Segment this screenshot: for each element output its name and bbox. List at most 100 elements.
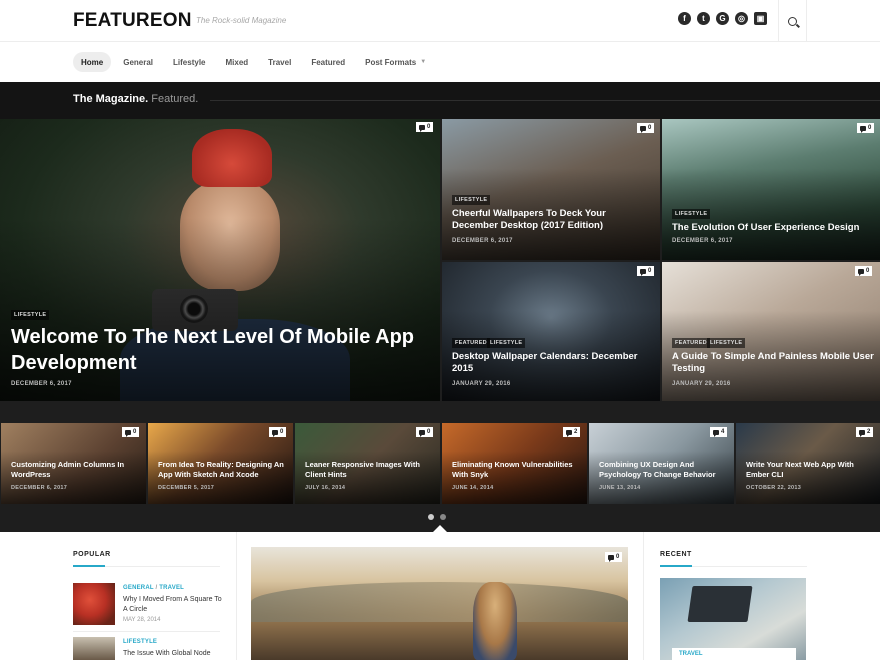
category-link[interactable]: TRAVEL bbox=[679, 651, 703, 657]
grid-post[interactable]: 0 LIFESTYLE The Evolution Of User Experi… bbox=[662, 119, 880, 260]
category-tag[interactable]: LIFESTYLE bbox=[452, 195, 491, 205]
comment-icon bbox=[858, 268, 864, 276]
magazine-title: The Magazine. Featured. bbox=[73, 93, 198, 105]
chevron-down-icon: ▼ bbox=[420, 59, 427, 65]
category-tag[interactable]: LIFESTYLE bbox=[672, 209, 711, 219]
slider-post[interactable]: 4 Combining UX Design And Psychology To … bbox=[589, 423, 734, 504]
comment-count[interactable]: 0 bbox=[855, 266, 873, 276]
comment-count[interactable]: 0 bbox=[857, 123, 875, 133]
post-date: JUNE 14, 2014 bbox=[452, 485, 494, 491]
main-nav: Home General Lifestyle Mixed Travel Feat… bbox=[0, 42, 880, 82]
comment-count[interactable]: 0 bbox=[637, 123, 655, 133]
slider-dot[interactable] bbox=[440, 514, 446, 520]
comment-count[interactable]: 0 bbox=[416, 427, 434, 437]
popular-post-title[interactable]: Why I Moved From A Square To A Circle bbox=[123, 595, 223, 615]
section-pointer bbox=[433, 525, 447, 532]
hero-title[interactable]: Welcome To The Next Level Of Mobile App … bbox=[11, 324, 431, 376]
slider-post[interactable]: 0 Leaner Responsive Images With Client H… bbox=[295, 423, 440, 504]
nav-travel[interactable]: Travel bbox=[260, 52, 299, 72]
comment-count[interactable]: 0 bbox=[269, 427, 287, 437]
popular-categories: GENERAL / TRAVEL bbox=[123, 585, 184, 591]
featured-post-image[interactable]: 0 bbox=[251, 547, 628, 660]
post-title[interactable]: Customizing Admin Columns In WordPress bbox=[11, 460, 139, 480]
comment-count[interactable]: 0 bbox=[637, 266, 655, 276]
nav-general[interactable]: General bbox=[115, 52, 161, 72]
post-title[interactable]: Eliminating Known Vulnerabilities With S… bbox=[452, 460, 580, 480]
comment-count-value: 0 bbox=[648, 268, 652, 274]
post-title[interactable]: Cheerful Wallpapers To Deck Your Decembe… bbox=[452, 208, 652, 233]
slider-post[interactable]: 2 Write Your Next Web App With Ember CLI… bbox=[736, 423, 880, 504]
post-date: JANUARY 29, 2016 bbox=[672, 381, 731, 387]
comment-count-value: 2 bbox=[867, 429, 871, 435]
nav-mixed[interactable]: Mixed bbox=[218, 52, 257, 72]
post-title[interactable]: Write Your Next Web App With Ember CLI bbox=[746, 460, 874, 480]
site-logo[interactable]: FEATUREON bbox=[73, 10, 192, 32]
nav-lifestyle[interactable]: Lifestyle bbox=[165, 52, 213, 72]
post-title[interactable]: From Idea To Reality: Designing An App W… bbox=[158, 460, 286, 480]
category-link[interactable]: LIFESTYLE bbox=[123, 639, 157, 645]
twitter-icon[interactable]: t bbox=[697, 12, 710, 25]
comment-count[interactable]: 0 bbox=[416, 122, 434, 132]
popular-thumbnail[interactable] bbox=[73, 583, 115, 625]
instagram-icon[interactable]: ▣ bbox=[754, 12, 767, 25]
comment-icon bbox=[713, 429, 719, 437]
magazine-title-main: The Magazine. bbox=[73, 93, 149, 105]
recent-widget-title: RECENT bbox=[660, 551, 692, 558]
popular-widget-title: POPULAR bbox=[73, 551, 111, 558]
grid-post[interactable]: 0 FEATURED LIFESTYLE Desktop Wallpaper C… bbox=[442, 262, 660, 401]
comment-count[interactable]: 0 bbox=[122, 427, 140, 437]
post-date: DECEMBER 6, 2017 bbox=[11, 485, 68, 491]
widget-accent-bar bbox=[660, 565, 692, 567]
comment-icon bbox=[859, 429, 865, 437]
category-link[interactable]: GENERAL bbox=[123, 585, 154, 591]
comment-icon bbox=[640, 125, 646, 133]
dribbble-icon[interactable]: ◎ bbox=[735, 12, 748, 25]
category-separator: / bbox=[155, 585, 158, 591]
post-title[interactable]: Leaner Responsive Images With Client Hin… bbox=[305, 460, 433, 480]
nav-post-formats[interactable]: Post Formats ▼ bbox=[357, 52, 434, 72]
google-icon[interactable]: G bbox=[716, 12, 729, 25]
category-tag[interactable]: LIFESTYLE bbox=[11, 310, 50, 320]
comment-count[interactable]: 2 bbox=[856, 427, 874, 437]
comment-icon bbox=[125, 429, 131, 437]
magazine-title-sub: Featured. bbox=[151, 93, 199, 105]
comment-icon bbox=[640, 268, 646, 276]
divider bbox=[210, 100, 880, 101]
comment-count-value: 0 bbox=[868, 125, 872, 131]
category-tag[interactable]: FEATURED bbox=[452, 338, 490, 348]
slider-dot[interactable] bbox=[428, 514, 434, 520]
grid-post[interactable]: 0 LIFESTYLE Cheerful Wallpapers To Deck … bbox=[442, 119, 660, 260]
category-tag[interactable]: LIFESTYLE bbox=[707, 338, 746, 348]
hero-post[interactable]: 0 LIFESTYLE Welcome To The Next Level Of… bbox=[0, 119, 440, 401]
slider-pagination bbox=[428, 514, 446, 520]
post-title[interactable]: The Evolution Of User Experience Design bbox=[672, 222, 876, 234]
image-person bbox=[473, 582, 517, 660]
search-button[interactable] bbox=[778, 0, 807, 42]
post-date: JANUARY 29, 2016 bbox=[452, 381, 511, 387]
divider bbox=[73, 631, 220, 632]
top-header: FEATUREON The Rock-solid Magazine f t G … bbox=[0, 0, 880, 42]
nav-home[interactable]: Home bbox=[73, 52, 112, 72]
category-link[interactable]: TRAVEL bbox=[159, 585, 184, 591]
comment-count[interactable]: 2 bbox=[563, 427, 581, 437]
comment-count-value: 0 bbox=[648, 125, 652, 131]
post-date: DECEMBER 6, 2017 bbox=[11, 381, 72, 387]
post-title[interactable]: Combining UX Design And Psychology To Ch… bbox=[599, 460, 727, 480]
nav-featured[interactable]: Featured bbox=[303, 52, 353, 72]
post-title[interactable]: A Guide To Simple And Painless Mobile Us… bbox=[672, 351, 876, 376]
comment-count[interactable]: 4 bbox=[710, 427, 728, 437]
popular-post-title[interactable]: The Issue With Global Node bbox=[123, 649, 223, 659]
comment-icon bbox=[566, 429, 572, 437]
widget-accent-bar bbox=[73, 565, 105, 567]
popular-thumbnail[interactable] bbox=[73, 637, 115, 660]
post-date: DECEMBER 6, 2017 bbox=[452, 238, 513, 244]
comment-count[interactable]: 0 bbox=[605, 552, 623, 562]
slider-post[interactable]: 2 Eliminating Known Vulnerabilities With… bbox=[442, 423, 587, 504]
category-tag[interactable]: LIFESTYLE bbox=[487, 338, 526, 348]
facebook-icon[interactable]: f bbox=[678, 12, 691, 25]
slider-post[interactable]: 0 Customizing Admin Columns In WordPress… bbox=[1, 423, 146, 504]
category-tag[interactable]: FEATURED bbox=[672, 338, 710, 348]
slider-post[interactable]: 0 From Idea To Reality: Designing An App… bbox=[148, 423, 293, 504]
grid-post[interactable]: 0 FEATURED LIFESTYLE A Guide To Simple A… bbox=[662, 262, 880, 401]
post-title[interactable]: Desktop Wallpaper Calendars: December 20… bbox=[452, 351, 656, 376]
